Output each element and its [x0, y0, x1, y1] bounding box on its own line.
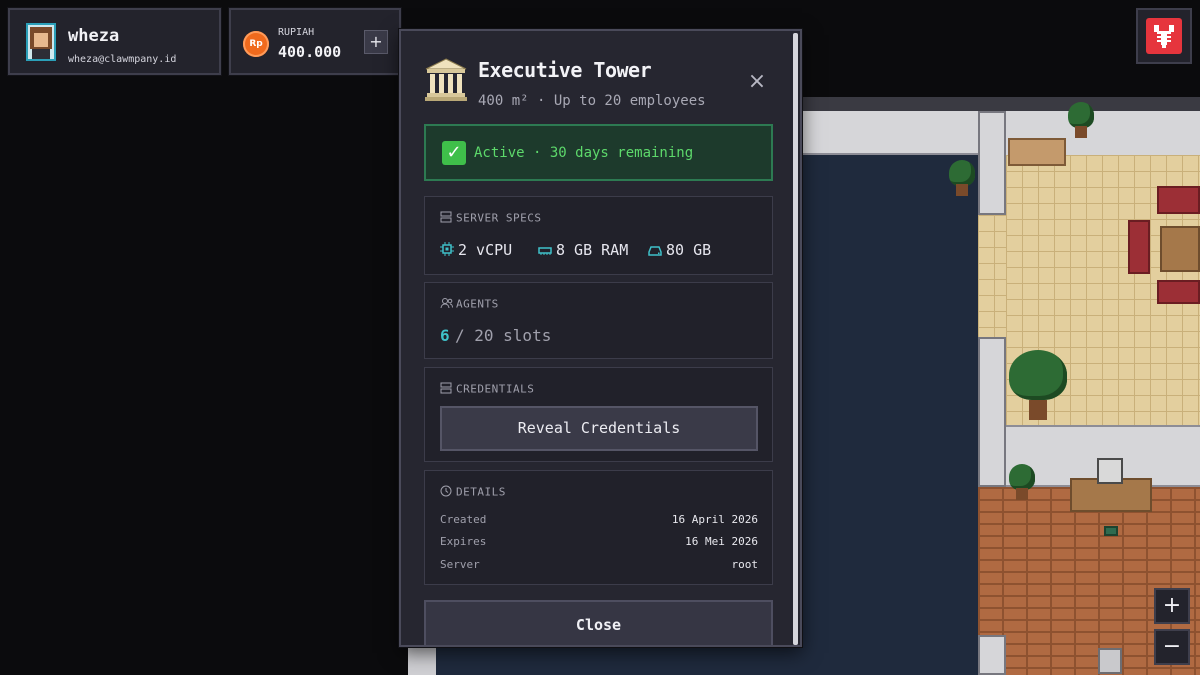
wallet-currency-label: RUPIAH	[278, 27, 315, 38]
map-pillar	[978, 111, 1006, 215]
detail-value: root	[731, 558, 759, 571]
table	[1160, 226, 1200, 272]
reveal-credentials-button[interactable]: Reveal Credentials	[440, 406, 758, 451]
users-icon	[440, 297, 454, 312]
spec-cpu-text: 2 vCPU	[458, 241, 513, 259]
credentials-heading-text: CREDENTIALS	[456, 382, 535, 396]
topup-button[interactable]: +	[364, 30, 388, 54]
server-icon	[440, 382, 454, 397]
potted-plant-icon	[1009, 464, 1035, 500]
map-wall-segment	[408, 646, 436, 675]
wallet-card: Rp RUPIAH 400.000 +	[229, 8, 401, 75]
agents-heading-text: AGENTS	[456, 297, 499, 311]
potted-plant-icon	[949, 160, 975, 196]
sofa	[1128, 220, 1150, 274]
detail-value: 16 April 2026	[671, 513, 758, 526]
user-email: wheza@clawmpany.id	[68, 54, 177, 65]
modal-scrollbar[interactable]	[791, 31, 800, 645]
user-card[interactable]: wheza wheza@clawmpany.id	[8, 8, 221, 75]
wallet-balance: 400.000	[278, 43, 342, 61]
sofa	[1157, 186, 1200, 214]
map-pillar	[978, 635, 1006, 675]
agents-slots: / 20 slots	[455, 326, 552, 345]
check-icon: ✓	[442, 141, 466, 165]
detail-key: Server	[440, 558, 480, 571]
server-icon	[440, 211, 454, 226]
map-pillar	[978, 337, 1006, 487]
railing	[1008, 138, 1066, 166]
lobster-icon	[1146, 18, 1182, 54]
agents-heading: AGENTS	[440, 297, 499, 312]
avatar-icon	[26, 23, 56, 61]
spec-disk: 80 GB	[648, 241, 711, 260]
detail-key: Created	[440, 513, 487, 526]
modal-subtitle: 400 m² · Up to 20 employees	[478, 93, 706, 109]
details-heading-text: DETAILS	[456, 485, 506, 499]
building-details-modal: Executive Tower 400 m² · Up to 20 employ…	[399, 29, 802, 647]
spec-ram-text: 8 GB RAM	[556, 241, 629, 259]
close-icon[interactable]: ×	[745, 71, 769, 95]
spec-cpu: 2 vCPU	[440, 241, 512, 260]
disk-icon	[648, 242, 664, 260]
close-button[interactable]: Close	[424, 600, 773, 645]
bucket	[1098, 648, 1122, 674]
potted-plant-icon	[1009, 350, 1067, 420]
detail-value: 16 Mei 2026	[685, 535, 758, 548]
server-specs-heading: SERVER SPECS	[440, 211, 541, 226]
details-heading: DETAILS	[440, 485, 506, 500]
zoom-in-button[interactable]: +	[1154, 588, 1190, 624]
detail-key: Expires	[440, 535, 487, 548]
cpu-icon	[440, 241, 456, 260]
computer-icon	[1097, 458, 1123, 484]
bank-building-icon	[423, 57, 469, 103]
map-wall-top	[803, 97, 1200, 111]
map-tile-floor-strip	[978, 215, 1006, 337]
memory-icon	[538, 242, 554, 260]
status-text: Active · 30 days remaining	[474, 145, 694, 161]
server-specs-section: SERVER SPECS 2 vCPU 8 GB RAM 80 GB	[424, 196, 773, 275]
spec-disk-text: 80 GB	[666, 241, 712, 259]
credentials-heading: CREDENTIALS	[440, 382, 534, 397]
credentials-section: CREDENTIALS Reveal Credentials	[424, 367, 773, 462]
agents-used-count: 6	[440, 326, 450, 345]
modal-title: Executive Tower	[478, 58, 652, 82]
clock-icon	[440, 485, 454, 500]
chair	[1104, 526, 1118, 536]
rupiah-coin-icon: Rp	[243, 31, 269, 57]
scrollbar-thumb[interactable]	[793, 33, 798, 645]
agents-section: AGENTS 6 / 20 slots	[424, 282, 773, 359]
potted-plant-icon	[1068, 102, 1094, 138]
zoom-out-button[interactable]: −	[1154, 629, 1190, 665]
logo-button[interactable]	[1136, 8, 1192, 64]
spec-ram: 8 GB RAM	[538, 241, 628, 260]
status-banner: ✓ Active · 30 days remaining	[424, 124, 773, 181]
details-section: DETAILS Created 16 April 2026 Expires 16…	[424, 470, 773, 585]
server-specs-heading-text: SERVER SPECS	[456, 211, 542, 225]
sofa	[1157, 280, 1200, 304]
map-hallway	[803, 111, 978, 155]
user-name: wheza	[68, 26, 120, 46]
